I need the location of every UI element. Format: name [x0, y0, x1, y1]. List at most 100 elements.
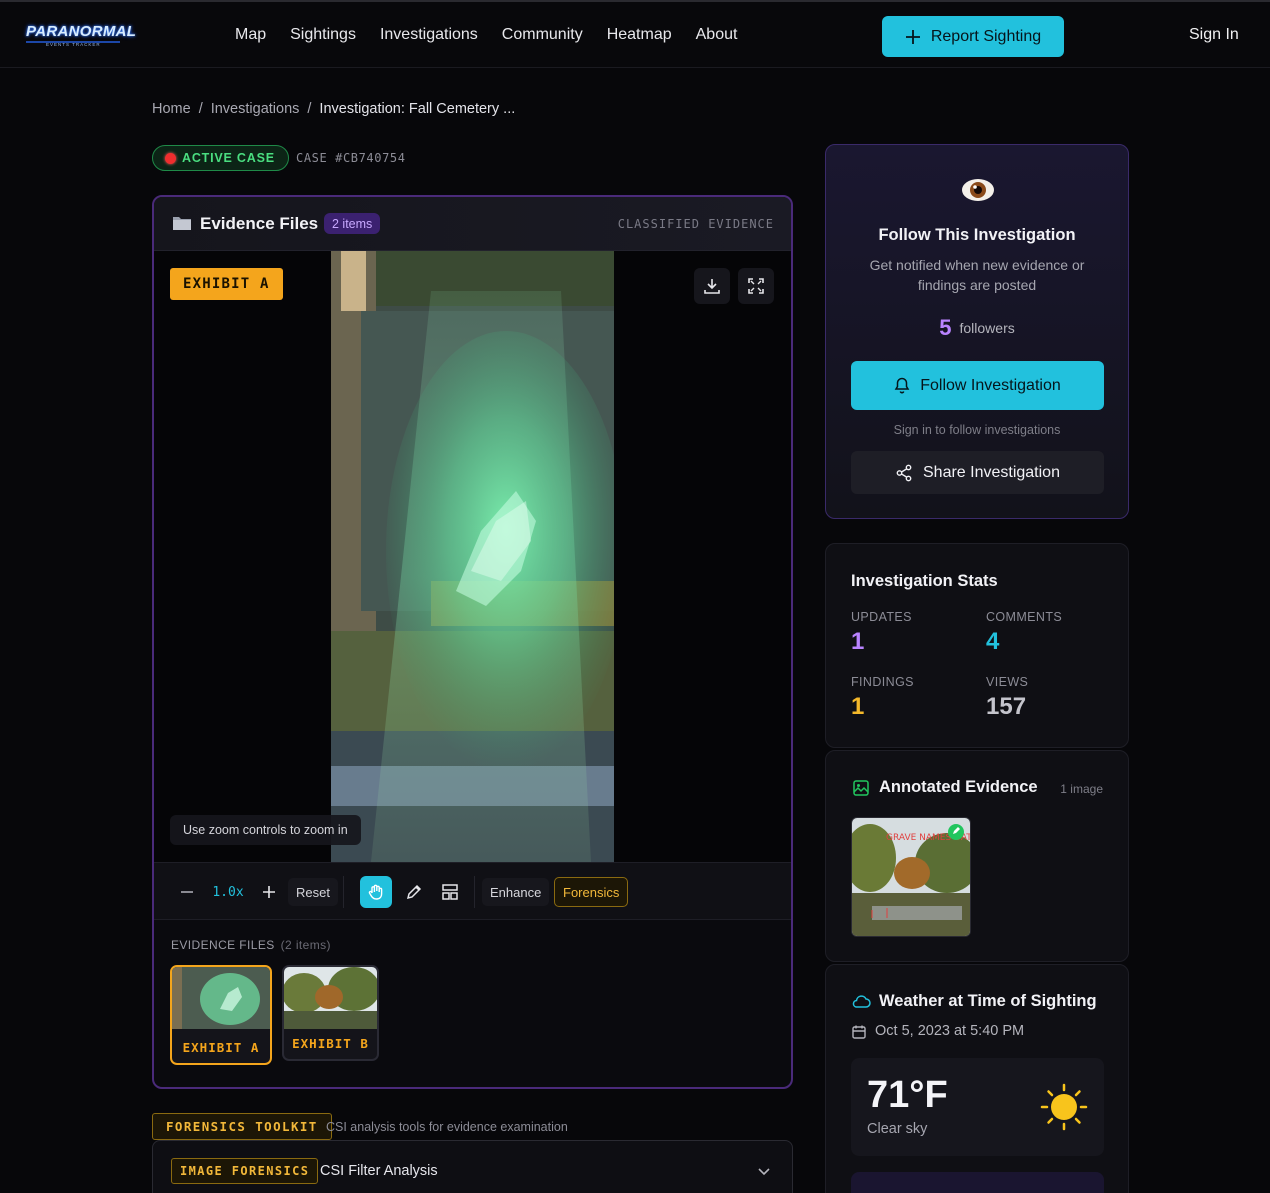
annotated-evidence-title: Annotated Evidence — [879, 778, 1038, 796]
follow-investigation-button[interactable]: Follow Investigation — [851, 361, 1104, 410]
evidence-files-title: EVIDENCE FILES — [171, 938, 275, 952]
annotated-image-count: 1 image — [1060, 782, 1103, 796]
calendar-icon — [852, 1025, 866, 1039]
plus-icon — [263, 886, 275, 898]
csi-filter-panel[interactable]: IMAGE FORENSICS CSI Filter Analysis — [152, 1140, 793, 1193]
evidence-files-label: EVIDENCE FILES (2 items) — [171, 938, 331, 952]
case-status-label: ACTIVE CASE — [182, 151, 275, 165]
zoom-out-button[interactable] — [174, 878, 200, 906]
evidence-title: Evidence Files — [200, 214, 319, 233]
pan-tool-button[interactable] — [360, 876, 392, 908]
zoom-level: 1.0x — [212, 884, 244, 900]
nav-link-about[interactable]: About — [696, 26, 738, 44]
image-viewer[interactable]: EXHIBIT A Use zoom controls to zoom in — [154, 251, 791, 862]
zoom-in-button[interactable] — [256, 878, 282, 906]
hand-icon — [368, 884, 383, 900]
followers-label: followers — [959, 320, 1015, 336]
report-sighting-button[interactable]: Report Sighting — [882, 16, 1064, 57]
toolbar-divider — [343, 876, 344, 908]
weather-condition: Clear sky — [867, 1121, 928, 1137]
followers-count: 5 followers — [826, 315, 1128, 341]
nav-link-sightings[interactable]: Sightings — [290, 26, 356, 44]
thumbnail-label: EXHIBIT A — [182, 1040, 260, 1055]
thumbnail-exhibit-b[interactable]: EXHIBIT B — [282, 965, 379, 1061]
follow-investigation-label: Follow Investigation — [920, 376, 1061, 394]
stat-value: 157 — [986, 693, 1027, 720]
sign-in-link[interactable]: Sign In — [1189, 26, 1239, 44]
breadcrumb-separator: / — [307, 101, 312, 117]
plus-icon — [905, 29, 920, 44]
nav-link-community[interactable]: Community — [502, 26, 583, 44]
fullscreen-button[interactable] — [738, 268, 774, 304]
stat-value: 4 — [986, 628, 1000, 655]
eye-icon — [962, 179, 994, 201]
brand-name: PARANORMAL — [26, 23, 137, 40]
reset-button[interactable]: Reset — [288, 878, 338, 906]
toolbar-divider — [474, 876, 475, 908]
thumbnail-image — [172, 967, 270, 1029]
stat-views: VIEWS 157 — [986, 675, 1028, 721]
share-investigation-button[interactable]: Share Investigation — [851, 451, 1104, 494]
evidence-photo[interactable] — [331, 251, 614, 862]
breadcrumb-investigations[interactable]: Investigations — [211, 101, 300, 117]
cloud-icon — [852, 995, 871, 1008]
annotated-image-thumbnail[interactable]: GRAVE NAMES DATES? — [851, 817, 971, 937]
stat-value: 1 — [851, 693, 865, 720]
items-count-badge: 2 items — [324, 213, 381, 234]
stat-comments: COMMENTS 4 — [986, 610, 1062, 656]
evidence-panel: Evidence Files 2 items CLASSIFIED EVIDEN… — [152, 195, 793, 1089]
forensics-button[interactable]: Forensics — [554, 877, 629, 907]
stat-label: UPDATES — [851, 610, 912, 624]
thumbnail-label: EXHIBIT B — [292, 1036, 369, 1051]
chevron-down-icon[interactable] — [756, 1163, 772, 1179]
image-icon — [853, 780, 869, 796]
nav-link-map[interactable]: Map — [235, 26, 266, 44]
annotate-tool-button[interactable] — [400, 878, 428, 906]
breadcrumb-home[interactable]: Home — [152, 101, 191, 117]
viewer-toolbar: 1.0x Reset Enhance Forensics — [154, 862, 791, 920]
followers-number: 5 — [939, 315, 952, 340]
brand-logo[interactable]: PARANORMAL EVENTS TRACKER — [26, 18, 136, 54]
annotated-evidence-card: Annotated Evidence 1 image GRAVE NAMES D… — [825, 750, 1129, 962]
nav-link-heatmap[interactable]: Heatmap — [607, 26, 672, 44]
stat-findings: FINDINGS 1 — [851, 675, 914, 721]
zoom-hint: Use zoom controls to zoom in — [170, 815, 361, 845]
download-icon — [704, 279, 720, 294]
forensics-toolkit-description: CSI analysis tools for evidence examinat… — [326, 1120, 568, 1134]
nav-link-investigations[interactable]: Investigations — [380, 26, 478, 44]
evidence-header: Evidence Files 2 items CLASSIFIED EVIDEN… — [154, 197, 791, 251]
report-sighting-label: Report Sighting — [930, 27, 1042, 45]
follow-title: Follow This Investigation — [878, 226, 1076, 244]
stat-label: VIEWS — [986, 675, 1029, 689]
sun-icon — [1040, 1083, 1088, 1131]
stat-label: COMMENTS — [986, 610, 1063, 624]
layout-icon — [442, 884, 458, 900]
minus-icon — [181, 891, 193, 893]
compare-tool-button[interactable] — [436, 878, 464, 906]
thumbnail-exhibit-a[interactable]: EXHIBIT A — [170, 965, 272, 1065]
folder-icon — [173, 217, 191, 230]
enhance-button[interactable]: Enhance — [482, 878, 550, 906]
bell-icon — [894, 377, 910, 394]
weather-card: Weather at Time of Sighting Oct 5, 2023 … — [825, 964, 1129, 1193]
fullscreen-icon — [748, 278, 764, 294]
csi-filter-title: CSI Filter Analysis — [320, 1163, 438, 1179]
stat-updates: UPDATES 1 — [851, 610, 912, 656]
brand-tagline: EVENTS TRACKER — [46, 42, 101, 47]
verified-badge-icon — [948, 824, 964, 840]
investigation-stats-card: Investigation Stats UPDATES 1 COMMENTS 4… — [825, 543, 1129, 748]
weather-title: Weather at Time of Sighting — [879, 992, 1097, 1010]
pencil-icon — [406, 884, 422, 900]
weather-date: Oct 5, 2023 at 5:40 PM — [875, 1023, 1025, 1039]
follow-card: Follow This Investigation Get notified w… — [825, 144, 1129, 519]
breadcrumb-separator: / — [198, 101, 203, 117]
follow-description: Get notified when new evidence or findin… — [869, 257, 1085, 293]
download-button[interactable] — [694, 268, 730, 304]
case-status-badge: ACTIVE CASE — [152, 145, 289, 171]
stats-title: Investigation Stats — [851, 572, 998, 590]
temperature: 71°F — [867, 1074, 948, 1116]
image-forensics-badge: IMAGE FORENSICS — [171, 1158, 319, 1184]
thumbnail-image — [284, 967, 377, 1029]
evidence-files-count: (2 items) — [280, 938, 331, 952]
breadcrumb: Home / Investigations / Investigation: F… — [152, 101, 515, 117]
